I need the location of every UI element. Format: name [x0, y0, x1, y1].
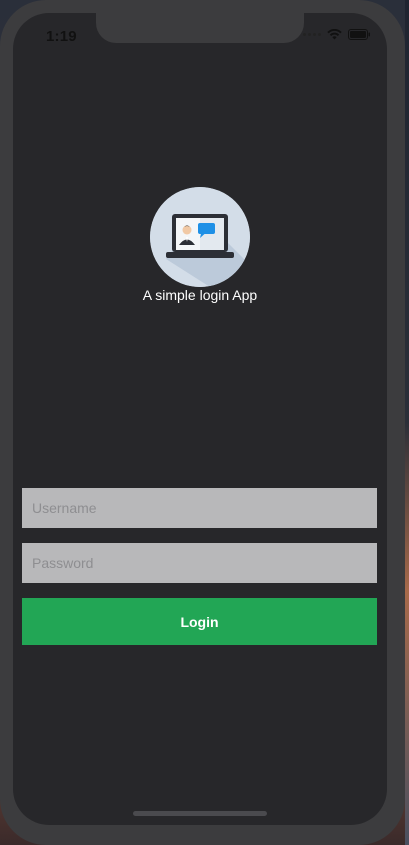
username-input[interactable]: [22, 488, 377, 528]
desktop-wallpaper-strip: [405, 0, 409, 845]
phone-frame: 1:19 A simple login App Username Login: [0, 0, 405, 845]
app-screen: 1:19 A simple login App Username Login: [13, 13, 387, 825]
password-input[interactable]: [22, 543, 377, 583]
wifi-icon: [327, 29, 342, 40]
app-tagline: A simple login App: [142, 287, 258, 303]
signal-icon: [303, 33, 321, 36]
status-time: 1:19: [46, 28, 77, 45]
login-button[interactable]: Login: [22, 598, 377, 645]
device-notch: [96, 13, 304, 43]
status-icons: [303, 29, 371, 40]
battery-icon: [348, 29, 370, 40]
home-indicator[interactable]: [133, 811, 267, 816]
laptop-chat-icon: [150, 187, 250, 287]
app-logo: [150, 187, 250, 287]
